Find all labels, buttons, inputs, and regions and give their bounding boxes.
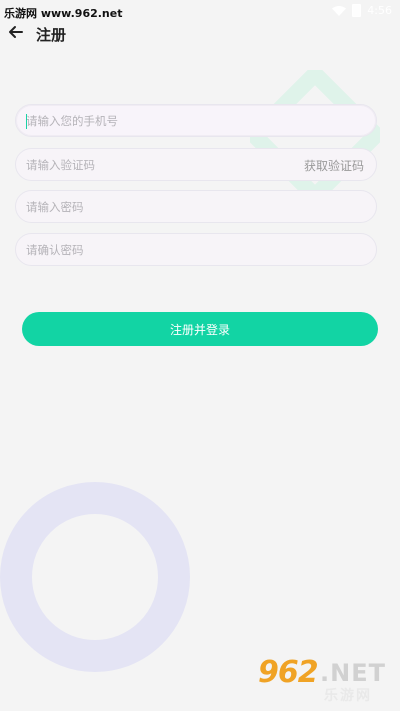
watermark-logo: 962 .NET 乐游网	[258, 655, 392, 705]
watermark-number: 962	[258, 655, 319, 690]
status-time: 4:56	[367, 4, 392, 17]
phone-input[interactable]	[16, 105, 376, 136]
watermark-net: .NET	[320, 659, 386, 687]
battery-icon	[352, 4, 362, 17]
password-input[interactable]	[16, 191, 376, 222]
status-bar: 乐游网 www.962.net 4:56	[0, 0, 400, 22]
status-site-text: 乐游网 www.962.net	[4, 7, 123, 20]
back-arrow-icon[interactable]	[6, 22, 26, 42]
confirm-password-input[interactable]	[16, 234, 376, 265]
password-field[interactable]	[15, 190, 377, 223]
confirm-password-field[interactable]	[15, 233, 377, 266]
wifi-icon	[332, 5, 347, 16]
status-icons: 4:56	[332, 4, 392, 17]
decorative-ring-shape	[0, 482, 190, 672]
verification-code-field[interactable]: 获取验证码	[15, 148, 377, 181]
text-cursor	[26, 114, 27, 129]
phone-field[interactable]	[15, 104, 377, 137]
register-and-login-button[interactable]: 注册并登录	[22, 312, 378, 346]
header: 注册	[0, 22, 400, 46]
page-title: 注册	[36, 26, 67, 44]
get-code-button[interactable]: 获取验证码	[304, 157, 364, 174]
watermark-site-name: 乐游网	[324, 688, 372, 704]
